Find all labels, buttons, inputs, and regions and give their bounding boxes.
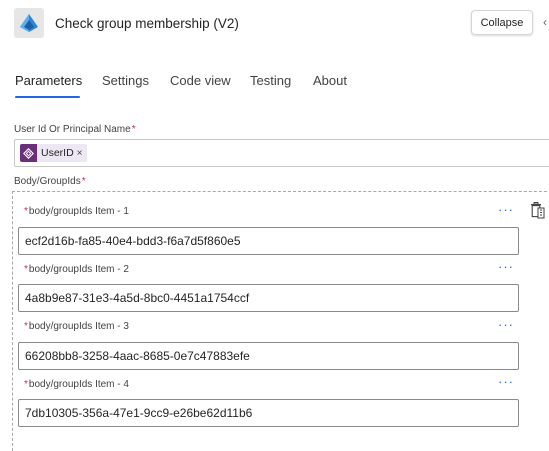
group-id-input[interactable]: 7db10305-356a-47e1-9cc9-e26be62d11b6: [18, 399, 519, 427]
required-marker: *: [24, 321, 28, 332]
required-marker: *: [24, 264, 28, 275]
more-options-icon[interactable]: ···: [498, 318, 514, 331]
more-options-icon[interactable]: ···: [498, 375, 514, 388]
azure-ad-icon: [14, 8, 44, 38]
group-ids-label: Body/GroupIds*: [14, 176, 86, 187]
chevron-left-icon[interactable]: ‹: [543, 15, 547, 29]
group-id-item-label: *body/groupIds Item - 4: [24, 379, 129, 390]
group-id-item-label: *body/groupIds Item - 3: [24, 321, 129, 332]
required-marker: *: [81, 176, 86, 187]
tab-parameters[interactable]: Parameters: [15, 73, 82, 88]
more-options-icon[interactable]: ···: [498, 260, 514, 273]
tab-about[interactable]: About: [313, 73, 347, 88]
group-id-item-label-text: body/groupIds Item - 3: [28, 321, 129, 332]
userid-token[interactable]: UserID ×: [20, 144, 87, 162]
dynamic-content-icon: [20, 144, 37, 162]
group-id-input[interactable]: ecf2d16b-fa85-40e4-bdd3-f6a7d5f860e5: [18, 227, 519, 255]
collapse-button[interactable]: Collapse: [471, 10, 533, 35]
user-id-input[interactable]: [14, 139, 549, 167]
group-id-input[interactable]: 4a8b9e87-31e3-4a5d-8bc0-4451a1754ccf: [18, 284, 519, 312]
required-marker: *: [24, 206, 28, 217]
remove-token-icon[interactable]: ×: [76, 148, 87, 159]
user-id-label: User Id Or Principal Name*: [14, 124, 136, 135]
user-id-label-text: User Id Or Principal Name: [14, 124, 131, 135]
more-options-icon[interactable]: ···: [498, 203, 514, 216]
group-id-item-label-text: body/groupIds Item - 4: [28, 379, 129, 390]
group-id-item-label-text: body/groupIds Item - 2: [28, 264, 129, 275]
group-id-input[interactable]: 66208bb8-3258-4aac-8685-0e7c47883efe: [18, 342, 519, 370]
group-id-item-label: *body/groupIds Item - 2: [24, 264, 129, 275]
delete-icon[interactable]: [529, 202, 545, 219]
tab-settings[interactable]: Settings: [102, 73, 149, 88]
group-ids-label-text: Body/GroupIds: [14, 176, 81, 187]
action-title: Check group membership (V2): [55, 16, 239, 31]
tab-code-view[interactable]: Code view: [170, 73, 231, 88]
group-id-item-label-text: body/groupIds Item - 1: [28, 206, 129, 217]
token-label: UserID: [41, 147, 74, 159]
group-id-item-label: *body/groupIds Item - 1: [24, 206, 129, 217]
tab-testing[interactable]: Testing: [250, 73, 291, 88]
active-tab-indicator: [15, 96, 80, 98]
required-marker: *: [24, 379, 28, 390]
required-marker: *: [131, 124, 136, 135]
